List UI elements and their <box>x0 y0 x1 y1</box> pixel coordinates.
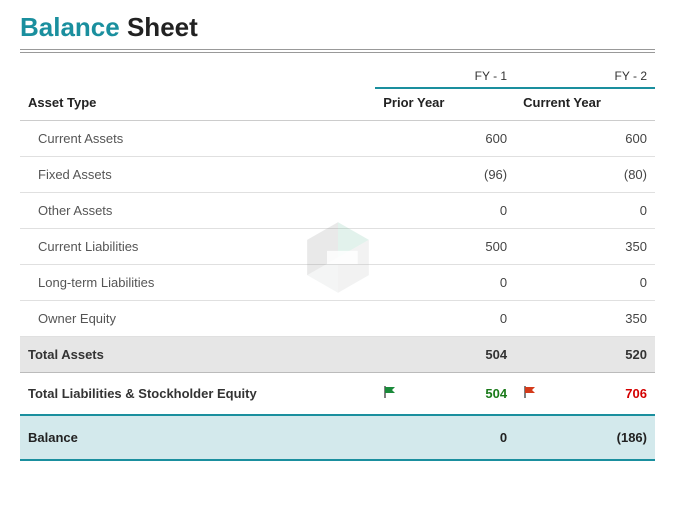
table-row: Current Liabilities 500 350 <box>20 229 655 265</box>
balance-fy1: 0 <box>407 415 515 460</box>
header-asset-type: Asset Type <box>20 88 375 121</box>
row-fy2: 600 <box>547 121 655 157</box>
flag-icon <box>383 385 399 402</box>
header-current-year: Current Year <box>515 88 655 121</box>
row-fy2: 350 <box>547 301 655 337</box>
balance-fy2: (186) <box>547 415 655 460</box>
balance-sheet-table: FY - 1 FY - 2 Asset Type Prior Year Curr… <box>20 59 655 461</box>
row-fy2: 0 <box>547 265 655 301</box>
total-assets-fy1: 504 <box>407 337 515 373</box>
row-fy2: 350 <box>547 229 655 265</box>
total-assets-row: Total Assets 504 520 <box>20 337 655 373</box>
row-fy1: 0 <box>407 301 515 337</box>
table-row: Fixed Assets (96) (80) <box>20 157 655 193</box>
table-row: Long-term Liabilities 00 <box>20 265 655 301</box>
row-fy1: 0 <box>407 265 515 301</box>
title-part2: Sheet <box>127 12 198 42</box>
row-label: Long-term Liabilities <box>20 265 375 301</box>
total-equity-label: Total Liabilities & Stockholder Equity <box>20 373 375 416</box>
table-row: Other Assets 00 <box>20 193 655 229</box>
row-fy1: 0 <box>407 193 515 229</box>
row-fy1: 500 <box>407 229 515 265</box>
row-fy1: 600 <box>407 121 515 157</box>
balance-row: Balance 0 (186) <box>20 415 655 460</box>
total-assets-fy2: 520 <box>547 337 655 373</box>
fy-code-row: FY - 1 FY - 2 <box>20 59 655 88</box>
title-part1: Balance <box>20 12 120 42</box>
row-label: Fixed Assets <box>20 157 375 193</box>
row-fy2: (80) <box>547 157 655 193</box>
total-equity-row: Total Liabilities & Stockholder Equity 5… <box>20 373 655 416</box>
row-label: Current Liabilities <box>20 229 375 265</box>
flag-icon <box>523 385 539 402</box>
total-equity-fy1: 504 <box>407 373 515 416</box>
header-prior-year: Prior Year <box>375 88 515 121</box>
table-row: Owner Equity 0 350 <box>20 301 655 337</box>
total-equity-fy2: 706 <box>547 373 655 416</box>
fy1-code: FY - 1 <box>375 59 515 88</box>
table-row: Current Assets 600 600 <box>20 121 655 157</box>
title-rule <box>20 49 655 53</box>
page-title: Balance Sheet <box>20 12 655 43</box>
row-fy2: 0 <box>547 193 655 229</box>
row-label: Current Assets <box>20 121 375 157</box>
row-label: Owner Equity <box>20 301 375 337</box>
balance-label: Balance <box>20 415 375 460</box>
total-assets-label: Total Assets <box>20 337 375 373</box>
fy2-code: FY - 2 <box>515 59 655 88</box>
row-label: Other Assets <box>20 193 375 229</box>
column-headers: Asset Type Prior Year Current Year <box>20 88 655 121</box>
row-fy1: (96) <box>407 157 515 193</box>
